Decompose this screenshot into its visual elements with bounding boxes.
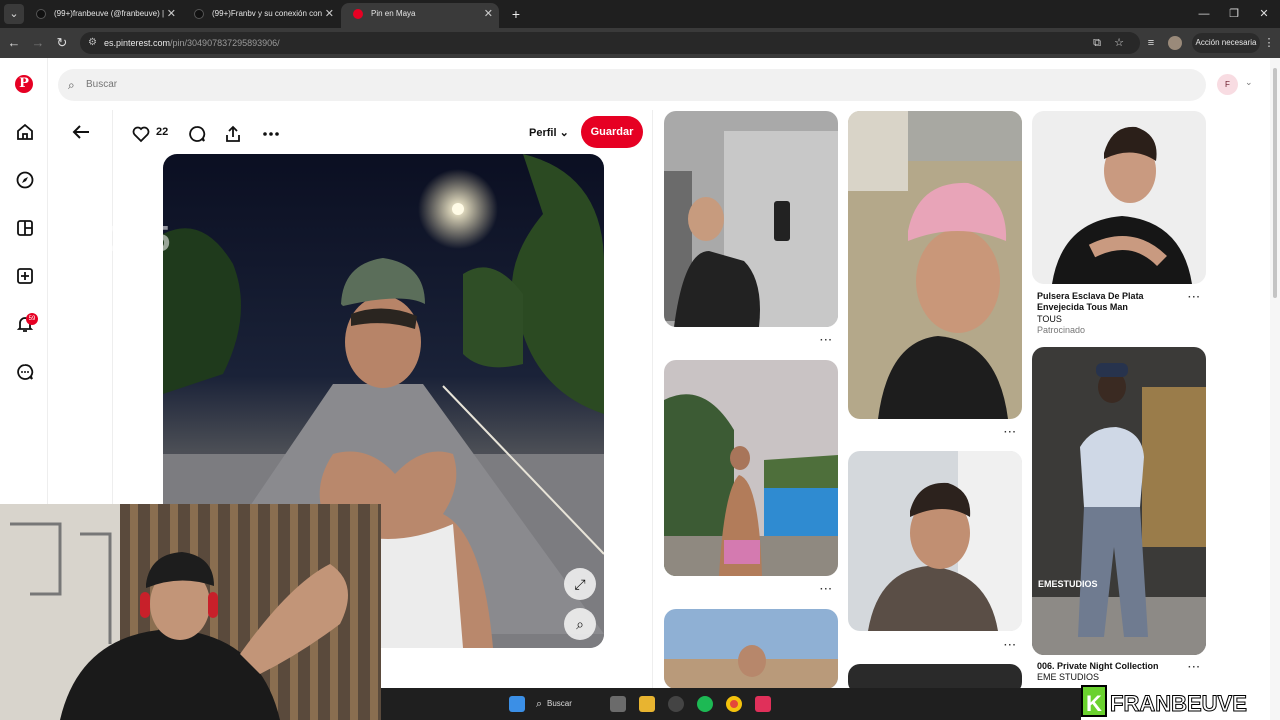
maximize-button[interactable]: ❐ — [1218, 0, 1250, 28]
reload-icon[interactable]: ↻ — [54, 35, 70, 51]
back-arrow-icon[interactable] — [69, 122, 93, 142]
address-bar: ← → ↻ ⚙ es.pinterest.com/pin/30490783729… — [0, 28, 1280, 58]
spotify-icon[interactable] — [697, 696, 713, 712]
pin-options-icon[interactable]: ··· — [1188, 292, 1201, 303]
boards-icon[interactable] — [14, 217, 36, 239]
webcam-feed — [0, 504, 381, 720]
create-icon[interactable] — [14, 265, 36, 287]
bookmark-star-icon[interactable]: ☆ — [1112, 36, 1126, 50]
forward-icon[interactable]: → — [30, 35, 46, 51]
page-scrollbar[interactable] — [1270, 58, 1280, 720]
pin-options-icon[interactable]: ··· — [820, 584, 833, 595]
tiktok-app-icon[interactable] — [755, 696, 771, 712]
chrome-icon[interactable] — [726, 696, 742, 712]
pin-options-icon[interactable]: ··· — [1004, 427, 1017, 438]
image-caption-text: EMESTUDIOS — [1038, 579, 1098, 589]
tab-title: (99+)Franbv y su conexión con — [212, 9, 323, 18]
video-counter-overlay: 80/85 — [80, 218, 171, 259]
browser-menu-icon[interactable]: ⋮ — [1262, 36, 1276, 50]
grid-pin-image[interactable] — [664, 609, 838, 689]
taskbar: ⌕ Buscar — [381, 688, 1081, 720]
browser-tab-1[interactable]: (99+)franbeuve (@franbeuve) | ✕ — [24, 3, 182, 28]
explore-icon[interactable] — [14, 169, 36, 191]
url-host: es.pinterest.com — [104, 38, 171, 48]
brand-logo-letter: K — [1086, 691, 1102, 716]
tiktok-icon — [194, 9, 204, 19]
chevron-down-icon[interactable]: ⌄ — [1245, 77, 1253, 88]
pin-brand[interactable]: TOUS — [1037, 314, 1062, 324]
site-info-icon[interactable]: ⚙ — [88, 32, 97, 54]
pin-photo — [664, 111, 838, 327]
browser-tab-2[interactable]: (99+)Franbv y su conexión con ✕ — [182, 3, 340, 28]
media-control-icon[interactable]: ≡ — [1144, 36, 1158, 50]
board-select-label: Perfil — [529, 127, 557, 139]
minimize-button[interactable]: — — [1188, 0, 1220, 28]
steam-icon[interactable] — [668, 696, 684, 712]
tab-title: (99+)franbeuve (@franbeuve) | — [54, 9, 165, 18]
grid-pin-image[interactable] — [848, 451, 1022, 631]
board-select-dropdown[interactable]: Perfil ⌄ — [529, 126, 569, 139]
pin-title[interactable]: Pulsera Esclava De Plata Envejecida Tous… — [1037, 291, 1177, 313]
install-app-icon[interactable]: ⧉ — [1090, 36, 1104, 50]
close-tab-icon[interactable]: ✕ — [484, 3, 493, 25]
grid-pin-image[interactable] — [848, 111, 1022, 419]
messages-icon[interactable] — [14, 361, 36, 383]
more-options-icon[interactable] — [261, 124, 281, 144]
like-count: 22 — [156, 126, 169, 138]
search-placeholder: Buscar — [86, 79, 118, 90]
pin-photo — [848, 111, 1022, 419]
pin-options-icon[interactable]: ··· — [1188, 662, 1201, 673]
grid-pin-image[interactable] — [664, 111, 838, 327]
search-icon: ⌕ — [536, 698, 543, 710]
heart-icon[interactable] — [131, 124, 151, 144]
url-path: /pin/304907837295893906/ — [170, 38, 280, 48]
action-needed-button[interactable]: Acción necesaria — [1192, 33, 1260, 53]
user-avatar[interactable]: F — [1217, 74, 1238, 95]
close-tab-icon[interactable]: ✕ — [167, 3, 176, 25]
task-view-icon[interactable] — [610, 696, 626, 712]
webcam-overlay — [0, 504, 381, 720]
scrollbar-thumb[interactable] — [1273, 68, 1277, 298]
new-tab-button[interactable]: + — [500, 0, 532, 28]
tiktok-icon — [36, 9, 46, 19]
brand-watermark: K FRANBEUVE — [1081, 685, 1247, 717]
pin-title[interactable]: 006. Private Night Collection — [1037, 661, 1187, 672]
pin-photo — [664, 609, 838, 689]
browser-tab-3[interactable]: Pin en Maya ✕ — [341, 3, 499, 28]
pin-photo — [1032, 347, 1206, 655]
expand-icon[interactable]: ⤢ — [564, 568, 596, 600]
grid-pin-image[interactable] — [664, 360, 838, 576]
profile-avatar[interactable] — [1168, 36, 1182, 50]
pin-photo — [848, 451, 1022, 631]
pin-options-icon[interactable]: ··· — [1004, 640, 1017, 651]
brand-name: FRANBEUVE — [1110, 691, 1247, 716]
visual-search-icon[interactable]: ⌕ — [564, 608, 596, 640]
sponsored-label: Patrocinado — [1037, 325, 1086, 335]
browser-tab-bar: ⌄ (99+)franbeuve (@franbeuve) | ✕ (99+)F… — [0, 0, 1280, 28]
search-input[interactable]: ⌕ Buscar — [58, 69, 1206, 101]
back-icon[interactable]: ← — [6, 35, 22, 51]
pin-options-icon[interactable]: ··· — [820, 335, 833, 346]
file-explorer-icon[interactable] — [639, 696, 655, 712]
close-window-button[interactable]: ✕ — [1248, 0, 1280, 28]
grid-pin-image[interactable]: EMESTUDIOS — [1032, 347, 1206, 655]
pin-photo — [664, 360, 838, 576]
search-icon: ⌕ — [68, 78, 75, 92]
chevron-down-icon: ⌄ — [559, 127, 569, 139]
url-field[interactable]: ⚙ es.pinterest.com/pin/30490783729589390… — [80, 32, 1140, 54]
pinterest-logo[interactable]: P — [15, 75, 33, 93]
pin-photo — [1032, 111, 1206, 284]
save-button[interactable]: Guardar — [581, 116, 643, 148]
home-icon[interactable] — [14, 121, 36, 143]
comment-icon[interactable] — [187, 124, 207, 144]
windows-start-icon[interactable] — [509, 696, 525, 712]
pinterest-icon — [353, 9, 363, 19]
tab-search-button[interactable]: ⌄ — [4, 4, 24, 24]
taskbar-search[interactable]: Buscar — [547, 696, 572, 712]
notification-badge: 59 — [26, 313, 38, 325]
tab-title: Pin en Maya — [371, 9, 416, 18]
close-tab-icon[interactable]: ✕ — [325, 3, 334, 25]
grid-pin-image[interactable] — [1032, 111, 1206, 284]
share-icon[interactable] — [223, 124, 243, 144]
